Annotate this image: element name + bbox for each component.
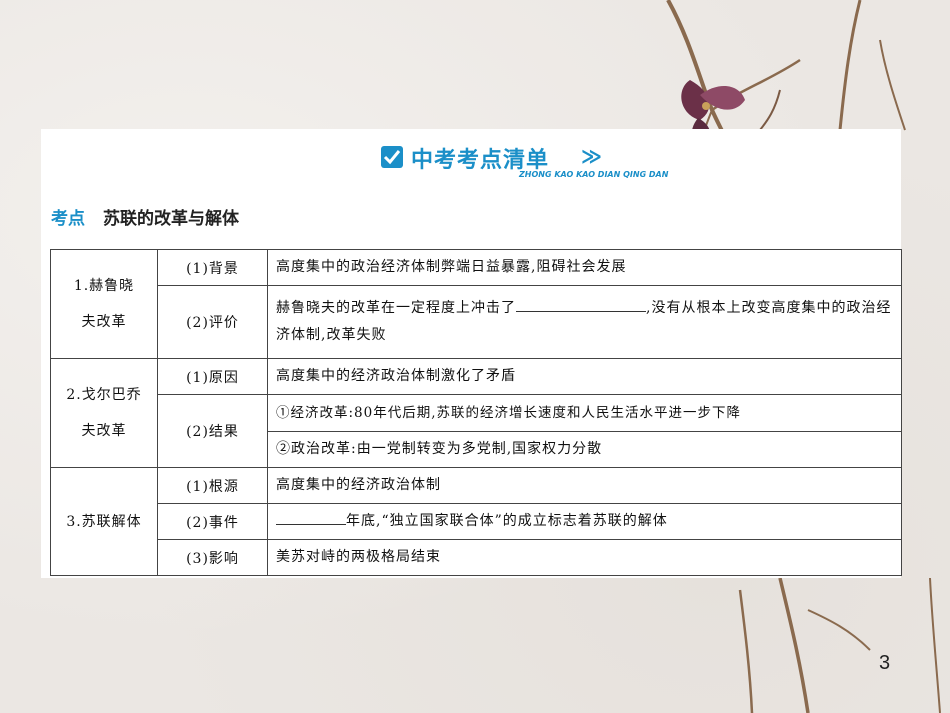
content-cell: 美苏对峙的两极格局结束 <box>267 539 902 576</box>
category-cell: 3.苏联解体 <box>50 467 158 576</box>
table-row: 3.苏联解体 (1)根源 高度集中的经济政治体制 <box>50 467 902 576</box>
content-cell: ①经济改革:80年代后期,苏联的经济增长速度和人民生活水平进一步下降 <box>267 394 902 432</box>
sub-cell: (1)原因 <box>157 358 268 395</box>
sub-cell: (1)背景 <box>157 249 268 286</box>
content-cell: ②政治改革:由一党制转变为多党制,国家权力分散 <box>267 431 902 468</box>
section-heading: 考点 苏联的改革与解体 <box>51 204 239 229</box>
table-row: (3)影响 美苏对峙的两极格局结束 <box>51 539 902 576</box>
sub-cell: (2)评价 <box>157 285 268 359</box>
sub-cell: (1)根源 <box>157 467 268 504</box>
content-cell: 年底,“独立国家联合体”的成立标志着苏联的解体 <box>267 503 902 540</box>
table-row: (2)评价 赫鲁晓夫的改革在一定程度上冲击了 ,没有从根本上改变高度集中的政治经济… <box>51 285 902 359</box>
content-cell: 高度集中的经济政治体制 <box>267 467 902 504</box>
section-topic: 苏联的改革与解体 <box>103 209 239 229</box>
sub-cell: (3)影响 <box>157 539 268 576</box>
table-row: 2.戈尔巴乔 夫改革 (1)原因 高度集中的经济政治体制激化了矛盾 <box>50 358 902 468</box>
table-row: (2)事件 年底,“独立国家联合体”的成立标志着苏联的解体 <box>51 503 902 540</box>
category-line: 3.苏联解体 <box>66 513 142 530</box>
table-row: 1.赫鲁晓 夫改革 (1)背景 高度集中的政治经济体制弊端日益暴露,阻碍社会发展 <box>50 249 902 359</box>
banner-pinyin: ZHONG KAO KAO DIAN QING DAN <box>519 170 669 179</box>
content-text: 赫鲁晓夫的改革在一定程度上冲击了 <box>276 300 516 316</box>
double-arrow-icon: ≫ <box>581 144 602 168</box>
content-card: 中考考点清单 ≫ ZHONG KAO KAO DIAN QING DAN 考点苏… <box>41 129 902 578</box>
section-tag: 考点 <box>51 209 85 229</box>
category-line: 夫改革 <box>81 423 127 439</box>
content-text: 年底,“独立国家联合体”的成立标志着苏联的解体 <box>346 513 668 529</box>
summary-table: 1.赫鲁晓 夫改革 (1)背景 高度集中的政治经济体制弊端日益暴露,阻碍社会发展… <box>50 249 902 576</box>
category-cell: 1.赫鲁晓 夫改革 <box>50 249 158 359</box>
answer-blank[interactable] <box>516 295 646 312</box>
sub-cell: (2)结果 <box>157 394 268 468</box>
checkbox-icon <box>381 146 403 168</box>
content-cell: 赫鲁晓夫的改革在一定程度上冲击了 ,没有从根本上改变高度集中的政治经济体制,改革失… <box>267 285 902 359</box>
content-cell: 高度集中的政治经济体制弊端日益暴露,阻碍社会发展 <box>267 249 902 286</box>
content-cell: 高度集中的经济政治体制激化了矛盾 <box>267 358 902 395</box>
category-cell: 2.戈尔巴乔 夫改革 <box>50 358 158 468</box>
page-number: 3 <box>879 652 891 674</box>
sub-cell: (2)事件 <box>157 503 268 540</box>
category-line: 1.赫鲁晓 <box>73 278 135 294</box>
table-row: (2)结果 ①经济改革:80年代后期,苏联的经济增长速度和人民生活水平进一步下降 <box>51 394 902 468</box>
category-line: 夫改革 <box>81 314 127 330</box>
category-line: 2.戈尔巴乔 <box>66 387 142 403</box>
answer-blank[interactable] <box>276 508 346 525</box>
banner: 中考考点清单 ≫ ZHONG KAO KAO DIAN QING DAN <box>381 143 721 183</box>
